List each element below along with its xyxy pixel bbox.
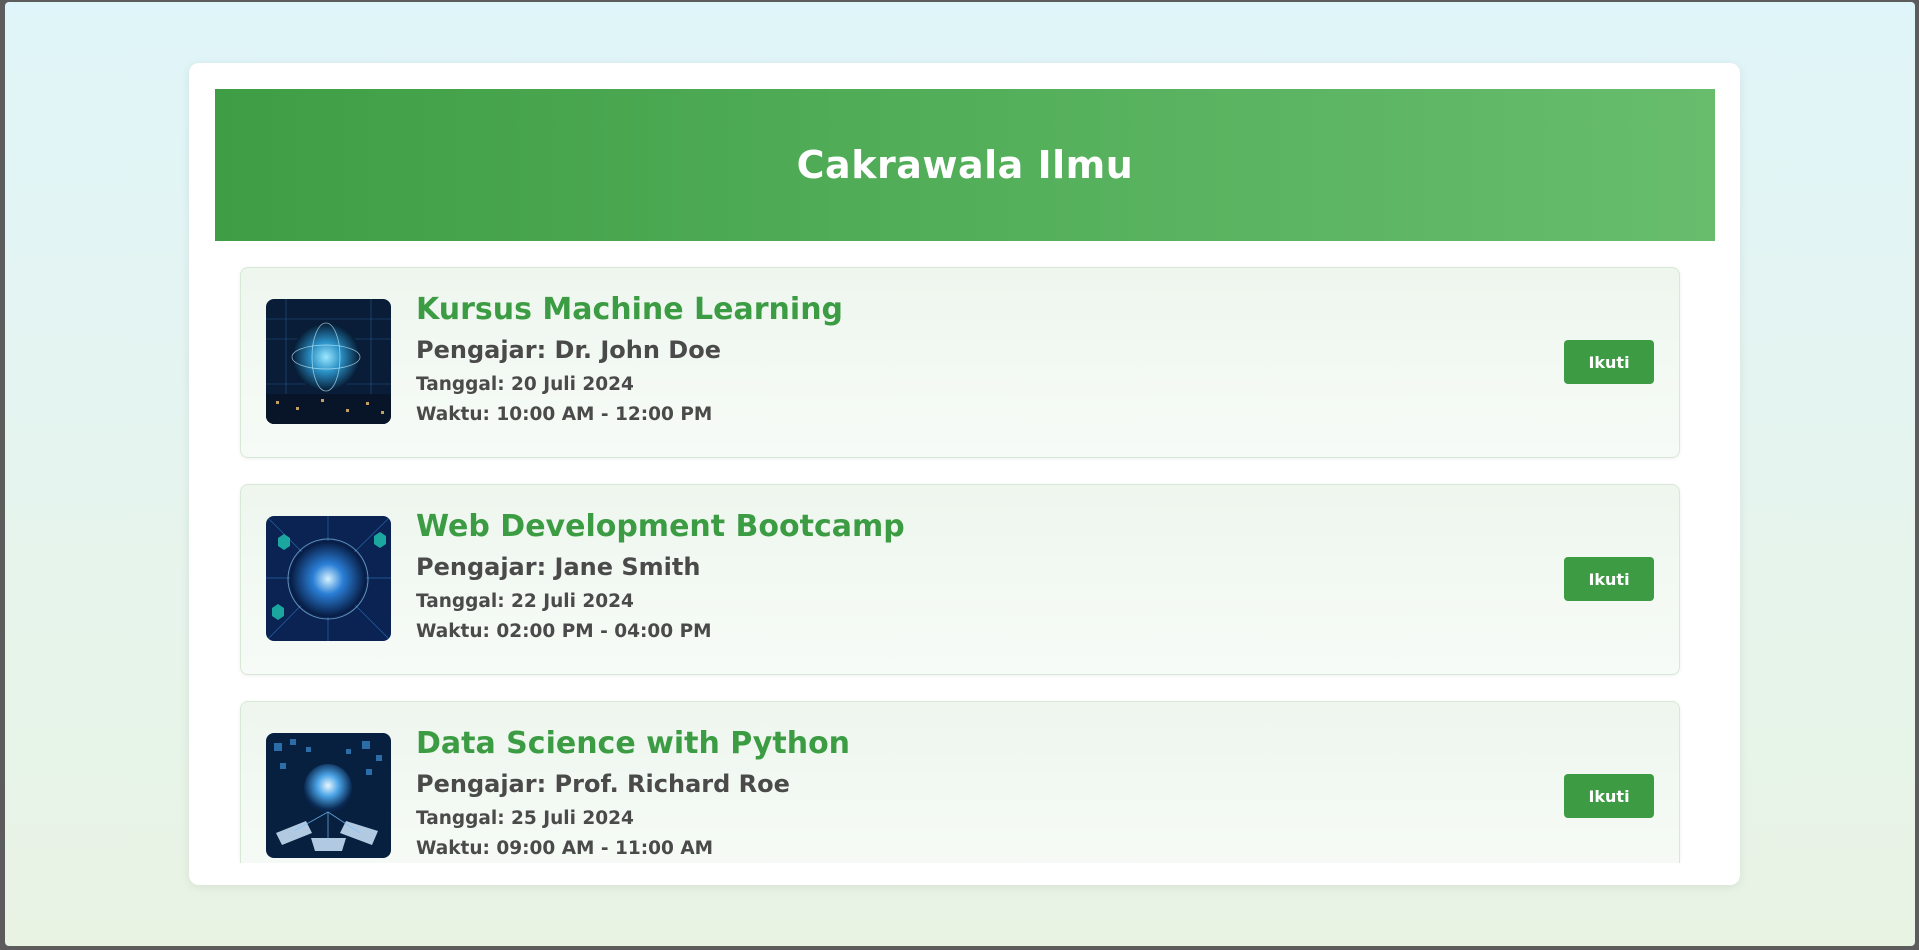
join-button[interactable]: Ikuti	[1564, 774, 1654, 818]
join-button[interactable]: Ikuti	[1564, 557, 1654, 601]
course-card: Kursus Machine Learning Pengajar: Dr. Jo…	[240, 267, 1680, 458]
course-teacher: Pengajar: Jane Smith	[416, 553, 701, 581]
course-title: Web Development Bootcamp	[416, 509, 905, 544]
course-date: Tanggal: 20 Juli 2024	[416, 374, 634, 395]
globe-network-icon	[266, 733, 391, 858]
course-teacher: Pengajar: Dr. John Doe	[416, 336, 721, 364]
course-teacher: Pengajar: Prof. Richard Roe	[416, 770, 790, 798]
header-banner: Cakrawala Ilmu	[215, 89, 1715, 241]
page-viewport: Cakrawala Ilmu Kursus Machine Learning P…	[5, 2, 1915, 946]
globe-network-icon	[266, 516, 391, 641]
course-title: Data Science with Python	[416, 726, 851, 761]
course-card: Web Development Bootcamp Pengajar: Jane …	[240, 484, 1680, 675]
course-list[interactable]: Kursus Machine Learning Pengajar: Dr. Jo…	[215, 241, 1715, 863]
course-title: Kursus Machine Learning	[416, 292, 844, 327]
course-time: Waktu: 02:00 PM - 04:00 PM	[416, 621, 712, 642]
join-button[interactable]: Ikuti	[1564, 340, 1654, 384]
course-date: Tanggal: 22 Juli 2024	[416, 591, 634, 612]
course-card: Data Science with Python Pengajar: Prof.…	[240, 701, 1680, 863]
globe-network-icon	[266, 299, 391, 424]
course-date: Tanggal: 25 Juli 2024	[416, 808, 634, 829]
course-time: Waktu: 09:00 AM - 11:00 AM	[416, 838, 714, 859]
course-time: Waktu: 10:00 AM - 12:00 PM	[416, 404, 713, 425]
main-card: Cakrawala Ilmu Kursus Machine Learning P…	[189, 63, 1740, 885]
page-title: Cakrawala Ilmu	[796, 143, 1134, 187]
